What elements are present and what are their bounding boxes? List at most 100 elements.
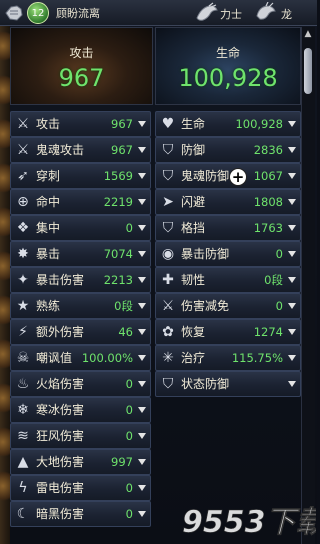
stat-label: 暗黑伤害 (36, 507, 85, 522)
stat-row[interactable]: ♨ 火焰伤害 0 (10, 371, 151, 397)
stat-value: 0 (125, 506, 133, 521)
wind-icon: ≋ (17, 427, 29, 444)
stat-value: 0 (125, 480, 133, 495)
recovery-icon: ✿ (162, 323, 174, 340)
expand-arrow-icon[interactable] (288, 302, 296, 309)
critical-damage-icon: ✦ (17, 271, 29, 288)
expand-arrow-icon[interactable] (138, 328, 146, 335)
stat-label: 闪避 (181, 195, 206, 210)
stat-row[interactable]: ☠ 嘲讽值 100.00% (10, 345, 151, 371)
expand-arrow-icon[interactable] (288, 276, 296, 283)
stat-row[interactable]: ➶ 穿刺 1569 (10, 163, 151, 189)
stat-row[interactable]: ✚ 韧性 0段 (155, 267, 301, 293)
stat-row[interactable]: ❄ 寒冰伤害 0 (10, 397, 151, 423)
expand-arrow-icon[interactable] (138, 198, 146, 205)
stat-value: 967 (111, 116, 133, 131)
expand-arrow-icon[interactable] (138, 510, 146, 517)
stat-row[interactable]: ◉ 暴击防御 0 (155, 241, 301, 267)
stat-label: 生命 (181, 117, 206, 132)
stat-value: 1763 (253, 220, 283, 235)
stat-row[interactable]: ✦ 暴击伤害 2213 (10, 267, 151, 293)
expand-arrow-icon[interactable] (138, 406, 146, 413)
stat-label: 暴击 (36, 247, 61, 262)
level-badge: 12 (27, 2, 49, 24)
character-header: 12 顾盼流离 力士 龙 (0, 0, 317, 26)
stat-value: 1067 (253, 168, 283, 183)
stat-label: 狂风伤害 (36, 429, 85, 444)
expand-arrow-icon[interactable] (138, 432, 146, 439)
stat-value: 0 (275, 298, 283, 313)
life-panel-label: 生命 (215, 46, 240, 60)
stat-row[interactable]: ✳ 治疗 115.75% (155, 345, 301, 371)
expand-arrow-icon[interactable] (138, 354, 146, 361)
site-watermark: 9553下载 (182, 505, 316, 540)
stat-row[interactable]: ⚔ 伤害减免 0 (155, 293, 301, 319)
expand-arrow-icon[interactable] (138, 250, 146, 257)
block-shield-icon: ⛉ (162, 219, 174, 236)
expand-arrow-icon[interactable] (138, 380, 146, 387)
stat-value: 100.00% (81, 350, 133, 365)
stat-value: 100,928 (235, 116, 283, 131)
snowflake-icon: ❄ (17, 401, 29, 418)
expand-arrow-icon[interactable] (288, 198, 296, 205)
stat-row[interactable]: ❖ 集中 0 (10, 215, 151, 241)
extra-damage-icon: ⚡ (18, 323, 28, 340)
scroll-up-icon[interactable]: ▲ (301, 27, 315, 41)
expand-arrow-icon[interactable] (138, 224, 146, 231)
stat-row[interactable]: ⛉ 防御 2836 (155, 137, 301, 163)
stat-value: 0 (125, 428, 133, 443)
dark-moon-icon: ☾ (16, 505, 30, 522)
expand-arrow-icon[interactable] (138, 146, 146, 153)
stat-value: 0 (125, 376, 133, 391)
stat-row[interactable]: ➤ 闪避 1808 (155, 189, 301, 215)
watermark-text: 9553下载 (182, 505, 316, 540)
stat-row[interactable]: ⚡ 额外伤害 46 (10, 319, 151, 345)
expand-arrow-icon[interactable] (138, 484, 146, 491)
stat-label: 集中 (36, 221, 61, 236)
stat-row[interactable]: ⛉ 格挡 1763 (155, 215, 301, 241)
scrollbar-thumb[interactable] (304, 48, 312, 94)
stat-row[interactable]: ≋ 狂风伤害 0 (10, 423, 151, 449)
expand-arrow-icon[interactable] (288, 172, 296, 179)
critical-icon: ✸ (17, 245, 29, 262)
stat-row[interactable]: ✸ 暴击 7074 (10, 241, 151, 267)
expand-arrow-icon[interactable] (288, 380, 296, 387)
stat-row[interactable]: ⚔ 鬼魂攻击 967 (10, 137, 151, 163)
expand-arrow-icon[interactable] (288, 120, 296, 127)
crossed-swords-icon: ⚔ (16, 115, 30, 132)
stat-row[interactable]: ⛉ 状态防御 (155, 371, 301, 397)
stat-value: 0段 (264, 272, 283, 287)
stat-label: 鬼魂攻击 (36, 143, 85, 158)
expand-arrow-icon[interactable] (138, 276, 146, 283)
expand-arrow-icon[interactable] (288, 224, 296, 231)
expand-arrow-icon[interactable] (288, 354, 296, 361)
stats-scrollbar[interactable] (301, 27, 315, 544)
attack-summary-panel: 攻击 967 (10, 27, 153, 105)
class-label: 力士 (220, 8, 242, 21)
stat-label: 治疗 (181, 351, 206, 366)
expand-arrow-icon[interactable] (288, 328, 296, 335)
stat-label: 命中 (36, 195, 61, 210)
stat-row[interactable]: ♥ 生命 100,928 (155, 111, 301, 137)
stat-row[interactable]: ★ 熟练 0段 (10, 293, 151, 319)
stat-row[interactable]: ☾ 暗黑伤害 0 (10, 501, 151, 527)
stat-label: 暴击伤害 (36, 273, 85, 288)
stat-row[interactable]: ⚔ 攻击 967 (10, 111, 151, 137)
expand-arrow-icon[interactable] (138, 458, 146, 465)
stat-row[interactable]: ϟ 雷电伤害 0 (10, 475, 151, 501)
expand-arrow-icon[interactable] (138, 172, 146, 179)
expand-arrow-icon[interactable] (288, 146, 296, 153)
stat-row[interactable]: ⛉ 鬼魂防御 1067 (155, 163, 301, 189)
attack-panel-label: 攻击 (69, 46, 94, 60)
stat-value: 2213 (103, 272, 133, 287)
stat-row[interactable]: ▲ 大地伤害 997 (10, 449, 151, 475)
stat-value: 46 (118, 324, 133, 339)
stat-row[interactable]: ⊕ 命中 2219 (10, 189, 151, 215)
expand-arrow-icon[interactable] (138, 302, 146, 309)
expand-arrow-icon[interactable] (288, 250, 296, 257)
fire-icon: ♨ (16, 375, 30, 392)
attack-panel-value: 967 (58, 64, 105, 92)
stat-label: 寒冰伤害 (36, 403, 85, 418)
stat-row[interactable]: ✿ 恢复 1274 (155, 319, 301, 345)
expand-arrow-icon[interactable] (138, 120, 146, 127)
